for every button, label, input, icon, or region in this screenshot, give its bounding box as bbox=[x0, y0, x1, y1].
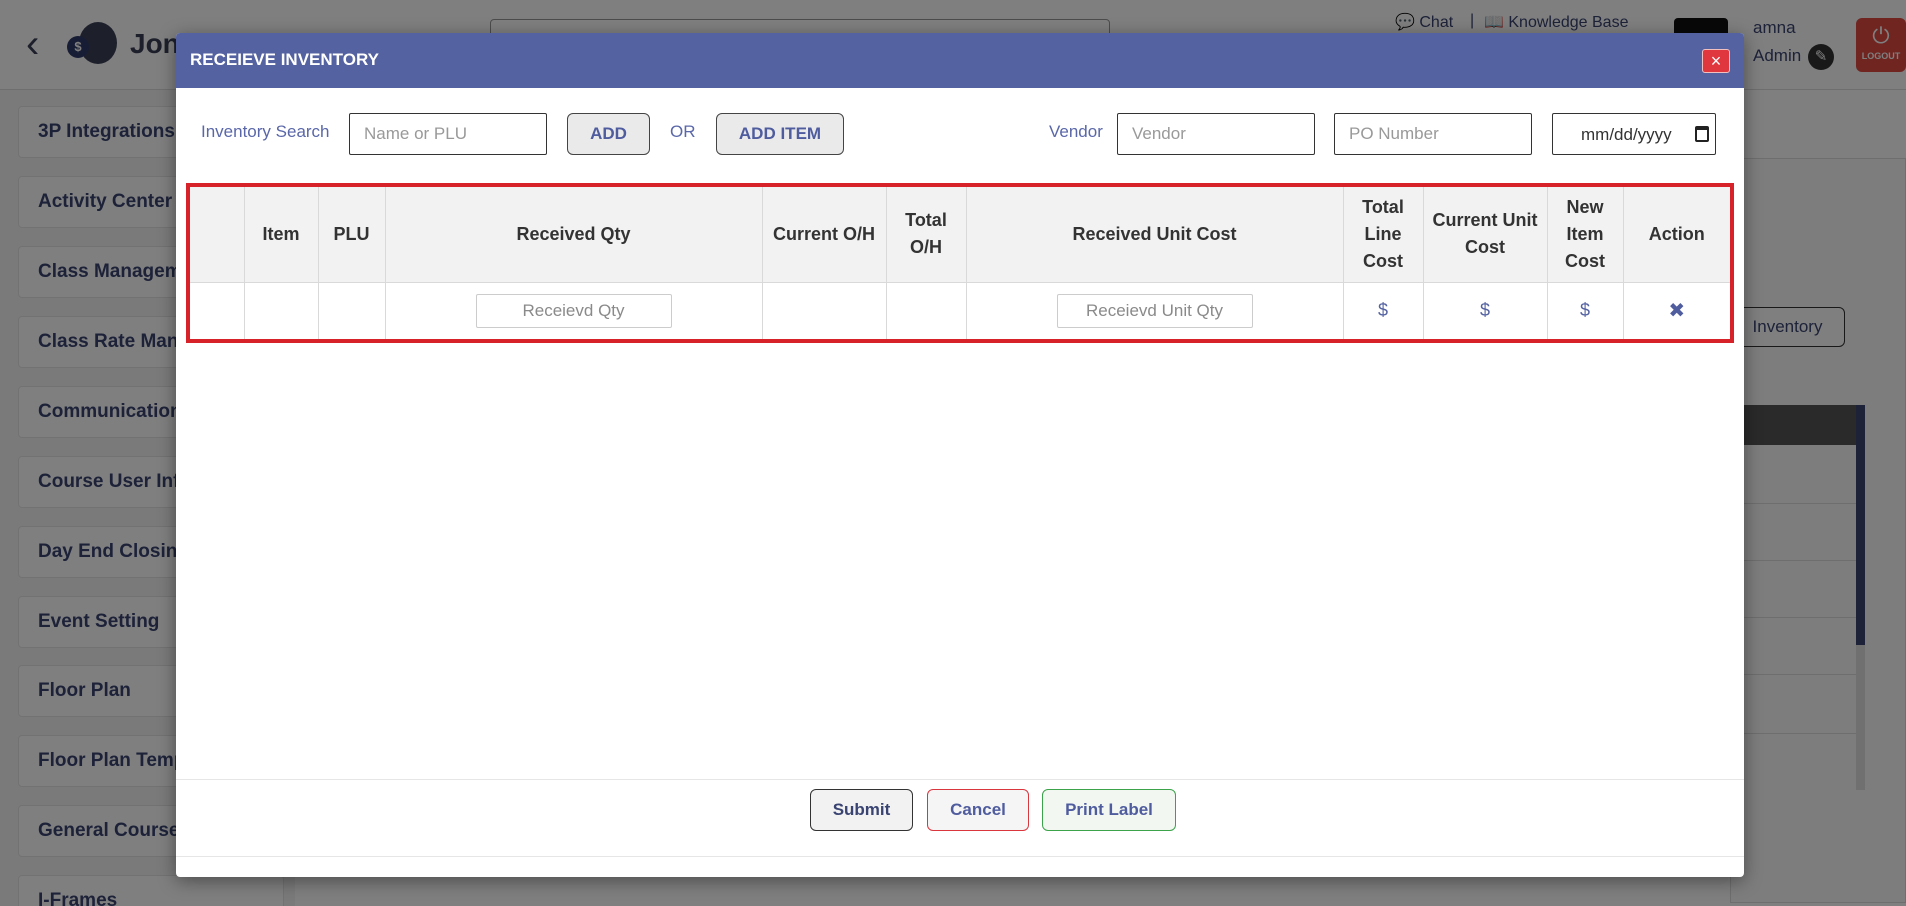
plu-cell bbox=[318, 282, 386, 339]
inventory-search-input[interactable] bbox=[349, 113, 547, 155]
received-unit-cost-input[interactable] bbox=[1056, 293, 1253, 328]
column-header-received-qty: Received Qty bbox=[385, 187, 763, 283]
column-header-plu: PLU bbox=[318, 187, 386, 283]
close-icon[interactable]: × bbox=[1702, 49, 1730, 73]
receive-inventory-modal: RECEIEVE INVENTORY × Inventory Search AD… bbox=[176, 33, 1744, 877]
inventory-table: Item PLU Received Qty Current O/H Total … bbox=[190, 187, 1730, 339]
current-unit-cost-cell: $ bbox=[1423, 282, 1548, 339]
column-header-item: Item bbox=[244, 187, 319, 283]
submit-button[interactable]: Submit bbox=[810, 789, 913, 831]
or-label: OR bbox=[670, 122, 696, 141]
modal-title: RECEIEVE INVENTORY bbox=[190, 50, 379, 69]
delete-row-icon[interactable]: ✖ bbox=[1668, 300, 1685, 322]
column-header-select bbox=[190, 187, 245, 283]
received-qty-cell bbox=[385, 282, 763, 339]
item-cell bbox=[244, 282, 319, 339]
column-header-current-oh: Current O/H bbox=[762, 187, 887, 283]
table-row: $ $ $ ✖ bbox=[190, 282, 1730, 339]
calendar-icon[interactable] bbox=[1695, 126, 1709, 142]
new-item-cost-cell: $ bbox=[1547, 282, 1624, 339]
cancel-button[interactable]: Cancel bbox=[927, 789, 1029, 831]
column-header-action: Action bbox=[1623, 187, 1730, 283]
action-cell: ✖ bbox=[1623, 282, 1730, 339]
current-oh-cell bbox=[762, 282, 887, 339]
inventory-search-label: Inventory Search bbox=[201, 122, 330, 141]
received-qty-input[interactable] bbox=[475, 293, 672, 328]
print-label-button[interactable]: Print Label bbox=[1042, 789, 1176, 831]
total-oh-cell bbox=[886, 282, 967, 339]
modal-footer: Submit Cancel Print Label bbox=[176, 779, 1744, 857]
column-header-total-oh: Total O/H bbox=[886, 187, 967, 283]
modal-header: RECEIEVE INVENTORY × bbox=[176, 33, 1744, 88]
total-line-cost-cell: $ bbox=[1343, 282, 1424, 339]
po-number-input[interactable] bbox=[1334, 113, 1532, 155]
table-header-row: Item PLU Received Qty Current O/H Total … bbox=[190, 187, 1730, 283]
select-cell bbox=[190, 282, 245, 339]
date-input[interactable]: mm/dd/yyyy bbox=[1552, 113, 1716, 155]
vendor-label: Vendor bbox=[1049, 122, 1103, 141]
column-header-received-unit-cost: Received Unit Cost bbox=[966, 187, 1344, 283]
add-button[interactable]: ADD bbox=[567, 113, 650, 155]
column-header-total-line-cost: Total Line Cost bbox=[1343, 187, 1424, 283]
received-unit-cost-cell bbox=[966, 282, 1344, 339]
add-item-button[interactable]: ADD ITEM bbox=[716, 113, 844, 155]
inventory-table-highlight: Item PLU Received Qty Current O/H Total … bbox=[186, 183, 1734, 343]
column-header-current-unit-cost: Current Unit Cost bbox=[1423, 187, 1548, 283]
vendor-input[interactable] bbox=[1117, 113, 1315, 155]
column-header-new-item-cost: New Item Cost bbox=[1547, 187, 1624, 283]
